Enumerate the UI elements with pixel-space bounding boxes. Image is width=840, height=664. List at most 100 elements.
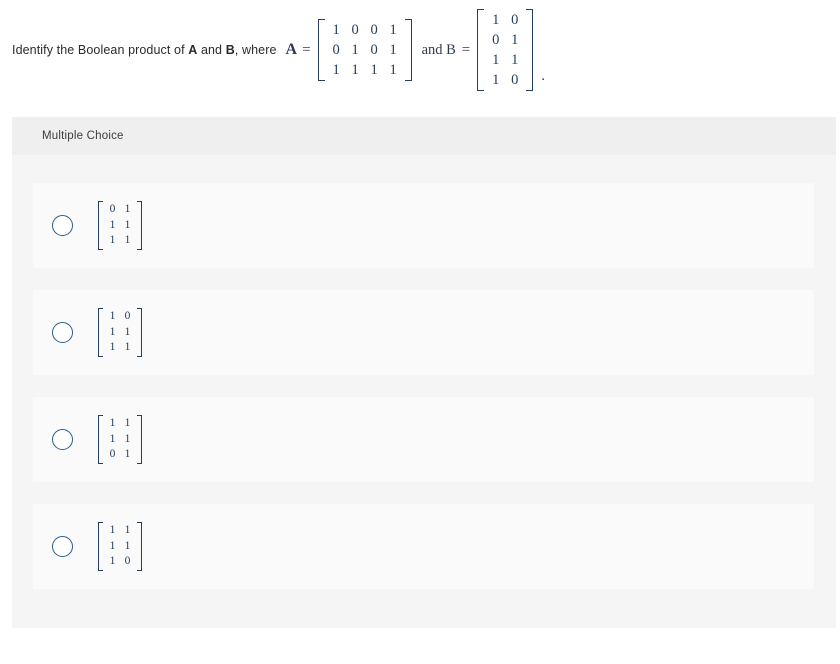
matrix-a-right-bracket bbox=[404, 19, 412, 81]
answer-panel-header: Multiple Choice bbox=[12, 117, 836, 155]
matrix-row: 11 bbox=[105, 340, 135, 356]
matrix-rows: 011111 bbox=[103, 201, 137, 250]
matrix-row: 1111 bbox=[327, 60, 403, 80]
matrix-a-left-bracket bbox=[317, 19, 325, 81]
matrix-cell: 1 bbox=[492, 52, 500, 68]
matrix-row: 11 bbox=[105, 233, 135, 249]
matrix-cell: 1 bbox=[109, 234, 116, 247]
matrix-cell: 1 bbox=[389, 62, 397, 78]
matrix-cell: 0 bbox=[332, 42, 340, 58]
answer-option-4[interactable]: 111110 bbox=[33, 504, 814, 589]
matrix-row: 1001 bbox=[327, 20, 403, 40]
matrix-b-rows: 10011110 bbox=[484, 9, 526, 91]
matrix-cell: 1 bbox=[109, 524, 116, 537]
answer-option-3[interactable]: 111101 bbox=[33, 397, 814, 482]
matrix-cell: 0 bbox=[511, 72, 519, 88]
matrix-cell: 1 bbox=[492, 72, 500, 88]
matrix-b: 10011110 bbox=[477, 9, 534, 91]
matrix-cell: 1 bbox=[389, 42, 397, 58]
matrix-cell: 1 bbox=[389, 22, 397, 38]
matrix-cell: 0 bbox=[511, 12, 519, 28]
matrix-cell: 0 bbox=[492, 32, 500, 48]
matrix-cell: 0 bbox=[351, 22, 359, 38]
matrix-cell: 1 bbox=[124, 341, 131, 354]
matrix-row: 10 bbox=[486, 10, 524, 30]
matrix-cell: 1 bbox=[332, 62, 340, 78]
matrix-cell: 1 bbox=[124, 524, 131, 537]
matrix-row: 10 bbox=[105, 309, 135, 325]
question-bold-b: B bbox=[225, 43, 235, 57]
matrix-cell: 1 bbox=[124, 218, 131, 231]
matrix-row: 01 bbox=[486, 30, 524, 50]
question-period: . bbox=[541, 68, 546, 84]
radio-button-option-2[interactable] bbox=[52, 322, 73, 343]
answer-option-content-1: 011111 bbox=[98, 201, 142, 250]
matrix-right-bracket bbox=[137, 201, 142, 250]
answer-option-matrix-1: 011111 bbox=[98, 201, 142, 250]
matrix-row: 11 bbox=[105, 539, 135, 555]
matrix-cell: 1 bbox=[124, 432, 131, 445]
matrix-b-equals: = bbox=[461, 41, 471, 58]
answer-option-1[interactable]: 011111 bbox=[33, 183, 814, 268]
answer-option-matrix-4: 111110 bbox=[98, 522, 142, 571]
question-text-before: Identify the Boolean product of bbox=[12, 43, 189, 57]
matrix-cell: 1 bbox=[124, 234, 131, 247]
question-text-mid: and bbox=[197, 43, 226, 57]
matrix-cell: 1 bbox=[370, 62, 378, 78]
matrix-rows: 111101 bbox=[103, 415, 137, 464]
matrix-cell: 1 bbox=[124, 417, 131, 430]
matrix-rows: 111110 bbox=[103, 522, 137, 571]
matrix-cell: 1 bbox=[124, 448, 131, 461]
matrix-cell: 1 bbox=[351, 42, 359, 58]
question-bold-a: A bbox=[188, 43, 198, 57]
matrix-a-rows: 100101011111 bbox=[325, 19, 405, 81]
matrix-cell: 1 bbox=[124, 325, 131, 338]
matrix-row: 11 bbox=[105, 432, 135, 448]
matrix-cell: 1 bbox=[109, 417, 116, 430]
radio-button-option-1[interactable] bbox=[52, 215, 73, 236]
matrix-row: 01 bbox=[105, 447, 135, 463]
matrix-cell: 0 bbox=[370, 22, 378, 38]
matrix-cell: 0 bbox=[370, 42, 378, 58]
answer-option-matrix-3: 111101 bbox=[98, 415, 142, 464]
matrix-cell: 1 bbox=[109, 539, 116, 552]
matrix-a-equals: = bbox=[302, 41, 311, 58]
matrix-b-label: and B bbox=[421, 41, 456, 58]
answer-options-list: 011111101111111101111110 bbox=[12, 155, 836, 589]
question-stem-row: Identify the Boolean product of A and B,… bbox=[12, 9, 545, 91]
matrix-b-left-bracket bbox=[477, 9, 485, 91]
matrix-row: 11 bbox=[486, 50, 524, 70]
answer-option-matrix-2: 101111 bbox=[98, 308, 142, 357]
matrix-row: 11 bbox=[105, 416, 135, 432]
answer-option-2[interactable]: 101111 bbox=[33, 290, 814, 375]
matrix-row: 11 bbox=[105, 523, 135, 539]
matrix-a: 100101011111 bbox=[317, 19, 412, 81]
matrix-row: 0101 bbox=[327, 40, 403, 60]
matrix-cell: 1 bbox=[109, 341, 116, 354]
answer-option-content-3: 111101 bbox=[98, 415, 142, 464]
matrix-row: 11 bbox=[105, 325, 135, 341]
matrix-cell: 0 bbox=[109, 203, 116, 216]
matrix-row: 10 bbox=[105, 554, 135, 570]
answer-option-content-2: 101111 bbox=[98, 308, 142, 357]
matrix-cell: 1 bbox=[511, 52, 519, 68]
matrix-cell: 1 bbox=[124, 203, 131, 216]
matrix-right-bracket bbox=[137, 308, 142, 357]
radio-button-option-4[interactable] bbox=[52, 536, 73, 557]
matrix-cell: 1 bbox=[109, 555, 116, 568]
answer-option-content-4: 111110 bbox=[98, 522, 142, 571]
matrix-cell: 1 bbox=[492, 12, 500, 28]
matrix-cell: 1 bbox=[109, 218, 116, 231]
matrix-cell: 1 bbox=[124, 539, 131, 552]
question-stem: Identify the Boolean product of A and B,… bbox=[12, 0, 828, 100]
matrix-cell: 0 bbox=[124, 310, 131, 323]
matrix-row: 11 bbox=[105, 218, 135, 234]
matrix-cell: 1 bbox=[109, 310, 116, 323]
matrix-cell: 0 bbox=[109, 448, 116, 461]
matrix-cell: 1 bbox=[332, 22, 340, 38]
matrix-b-right-bracket bbox=[526, 9, 534, 91]
matrix-cell: 1 bbox=[511, 32, 519, 48]
matrix-row: 10 bbox=[486, 70, 524, 90]
radio-button-option-3[interactable] bbox=[52, 429, 73, 450]
matrix-cell: 1 bbox=[109, 325, 116, 338]
